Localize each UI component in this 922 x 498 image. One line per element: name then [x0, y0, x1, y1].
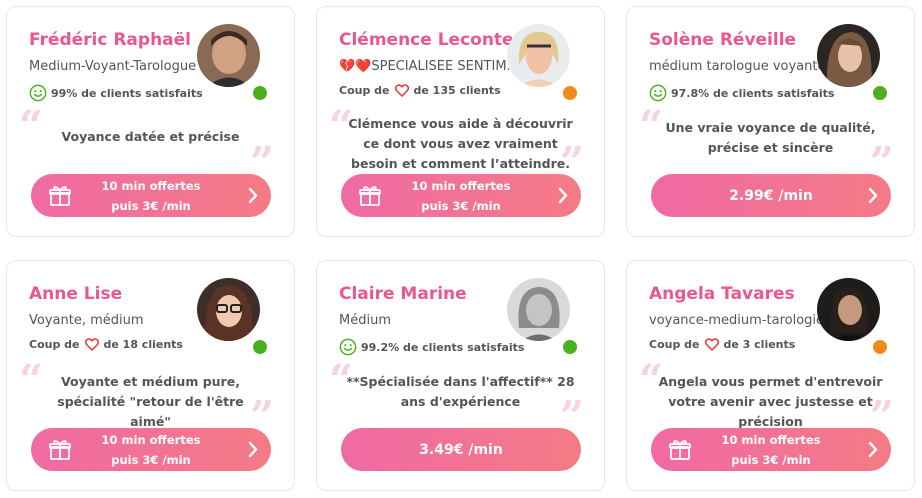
satisfaction-text: 97.8% de clients satisfaits: [671, 86, 835, 100]
psychic-card[interactable]: Solène Réveille médium tarologue voyante…: [626, 6, 915, 237]
hearts-text: de 18 clients: [103, 338, 183, 351]
psychic-name[interactable]: Frédéric Raphaël: [29, 30, 191, 50]
hearts-stat: Coup de de 18 clients: [29, 338, 183, 351]
heart-icon: [84, 338, 99, 351]
hearts-stat: Coup de de 135 clients: [339, 84, 501, 97]
chevron-right-icon: [248, 187, 258, 204]
chevron-right-icon: [868, 187, 878, 204]
psychic-description: Angela vous permet d'entrevoir votre ave…: [658, 374, 883, 429]
avatar: [817, 278, 880, 341]
psychic-cards-grid: Frédéric Raphaël Medium-Voyant-Tarologue…: [6, 6, 916, 492]
satisfaction-stat: 99.2% de clients satisfaits: [339, 338, 524, 356]
psychic-name[interactable]: Solène Réveille: [649, 30, 796, 50]
free-minutes-button[interactable]: 10 min offertes puis 3€ /min: [341, 174, 581, 217]
online-status-indicator: [251, 338, 269, 356]
cta-line-1: 10 min offertes: [101, 432, 201, 447]
psychic-card[interactable]: Angela Tavares voyance-medium-tarologie …: [626, 260, 915, 491]
price-per-minute: 3.49€ /min: [419, 441, 503, 458]
psychic-card[interactable]: Claire Marine Médium 99.2% de clients sa…: [316, 260, 605, 491]
satisfaction-text: 99.2% de clients satisfaits: [361, 340, 525, 354]
chevron-right-icon: [868, 441, 878, 458]
psychic-specialty: Medium-Voyant-Tarologue: [29, 59, 197, 74]
hearts-stat: Coup de de 3 clients: [649, 338, 795, 351]
chevron-right-icon: [248, 441, 258, 458]
price-button[interactable]: 3.49€ /min: [341, 428, 581, 471]
satisfaction-stat: 97.8% de clients satisfaits: [649, 84, 834, 102]
avatar: [197, 278, 260, 341]
chevron-right-icon: [558, 187, 568, 204]
price-button[interactable]: 2.99€ /min: [651, 174, 891, 217]
satisfaction-text: 99% de clients satisfaits: [51, 86, 203, 100]
psychic-description: Clémence vous aide à découvrir ce dont v…: [348, 116, 573, 171]
heart-icon: [394, 84, 409, 97]
cta-line-2: puis 3€ /min: [731, 452, 811, 467]
psychic-card[interactable]: Clémence Leconte 💔❤️SPECIALISEE SENTIM..…: [316, 6, 605, 237]
cta-line-1: 10 min offertes: [411, 178, 511, 193]
free-minutes-button[interactable]: 10 min offertes puis 3€ /min: [651, 428, 891, 471]
cta-line-1: 10 min offertes: [721, 432, 821, 447]
cta-line-2: puis 3€ /min: [111, 198, 191, 213]
psychic-specialty: voyance-medium-tarologie: [649, 313, 825, 328]
gift-icon: [669, 440, 691, 460]
smiley-icon: [649, 84, 667, 102]
gift-icon: [359, 186, 381, 206]
gift-icon: [49, 440, 71, 460]
satisfaction-stat: 99% de clients satisfaits: [29, 84, 203, 102]
hearts-prefix: Coup de: [339, 84, 390, 97]
psychic-name[interactable]: Clémence Leconte: [339, 30, 514, 50]
psychic-description: **Spécialisée dans l'affectif** 28 ans d…: [346, 374, 575, 409]
free-minutes-button[interactable]: 10 min offertes puis 3€ /min: [31, 428, 271, 471]
hearts-prefix: Coup de: [649, 338, 700, 351]
psychic-description: Voyante et médium pure, spécialité "reto…: [57, 374, 244, 429]
avatar: [197, 24, 260, 87]
price-per-minute: 2.99€ /min: [729, 187, 813, 204]
heart-icon: [704, 338, 719, 351]
smiley-icon: [339, 338, 357, 356]
psychic-name[interactable]: Angela Tavares: [649, 284, 795, 304]
gift-icon: [49, 186, 71, 206]
psychic-specialty: médium tarologue voyante: [649, 59, 826, 74]
avatar: [507, 24, 570, 87]
online-status-indicator: [251, 84, 269, 102]
psychic-specialty: Médium: [339, 313, 391, 328]
psychic-name[interactable]: Claire Marine: [339, 284, 467, 304]
psychic-specialty: Voyante, médium: [29, 313, 144, 328]
avatar: [507, 278, 570, 341]
busy-status-indicator: [871, 338, 889, 356]
busy-status-indicator: [561, 84, 579, 102]
hearts-text: de 135 clients: [413, 84, 501, 97]
psychic-name[interactable]: Anne Lise: [29, 284, 122, 304]
smiley-icon: [29, 84, 47, 102]
cta-line-1: 10 min offertes: [101, 178, 201, 193]
psychic-card[interactable]: Frédéric Raphaël Medium-Voyant-Tarologue…: [6, 6, 295, 237]
psychic-description: Voyance datée et précise: [61, 129, 240, 144]
online-status-indicator: [561, 338, 579, 356]
cta-line-2: puis 3€ /min: [421, 198, 501, 213]
avatar: [817, 24, 880, 87]
psychic-specialty: 💔❤️SPECIALISEE SENTIM...: [339, 59, 519, 74]
psychic-card[interactable]: Anne Lise Voyante, médium Coup de de 18 …: [6, 260, 295, 491]
free-minutes-button[interactable]: 10 min offertes puis 3€ /min: [31, 174, 271, 217]
psychic-description: Une vraie voyance de qualité, précise et…: [665, 120, 876, 155]
cta-line-2: puis 3€ /min: [111, 452, 191, 467]
hearts-prefix: Coup de: [29, 338, 80, 351]
hearts-text: de 3 clients: [723, 338, 796, 351]
online-status-indicator: [871, 84, 889, 102]
